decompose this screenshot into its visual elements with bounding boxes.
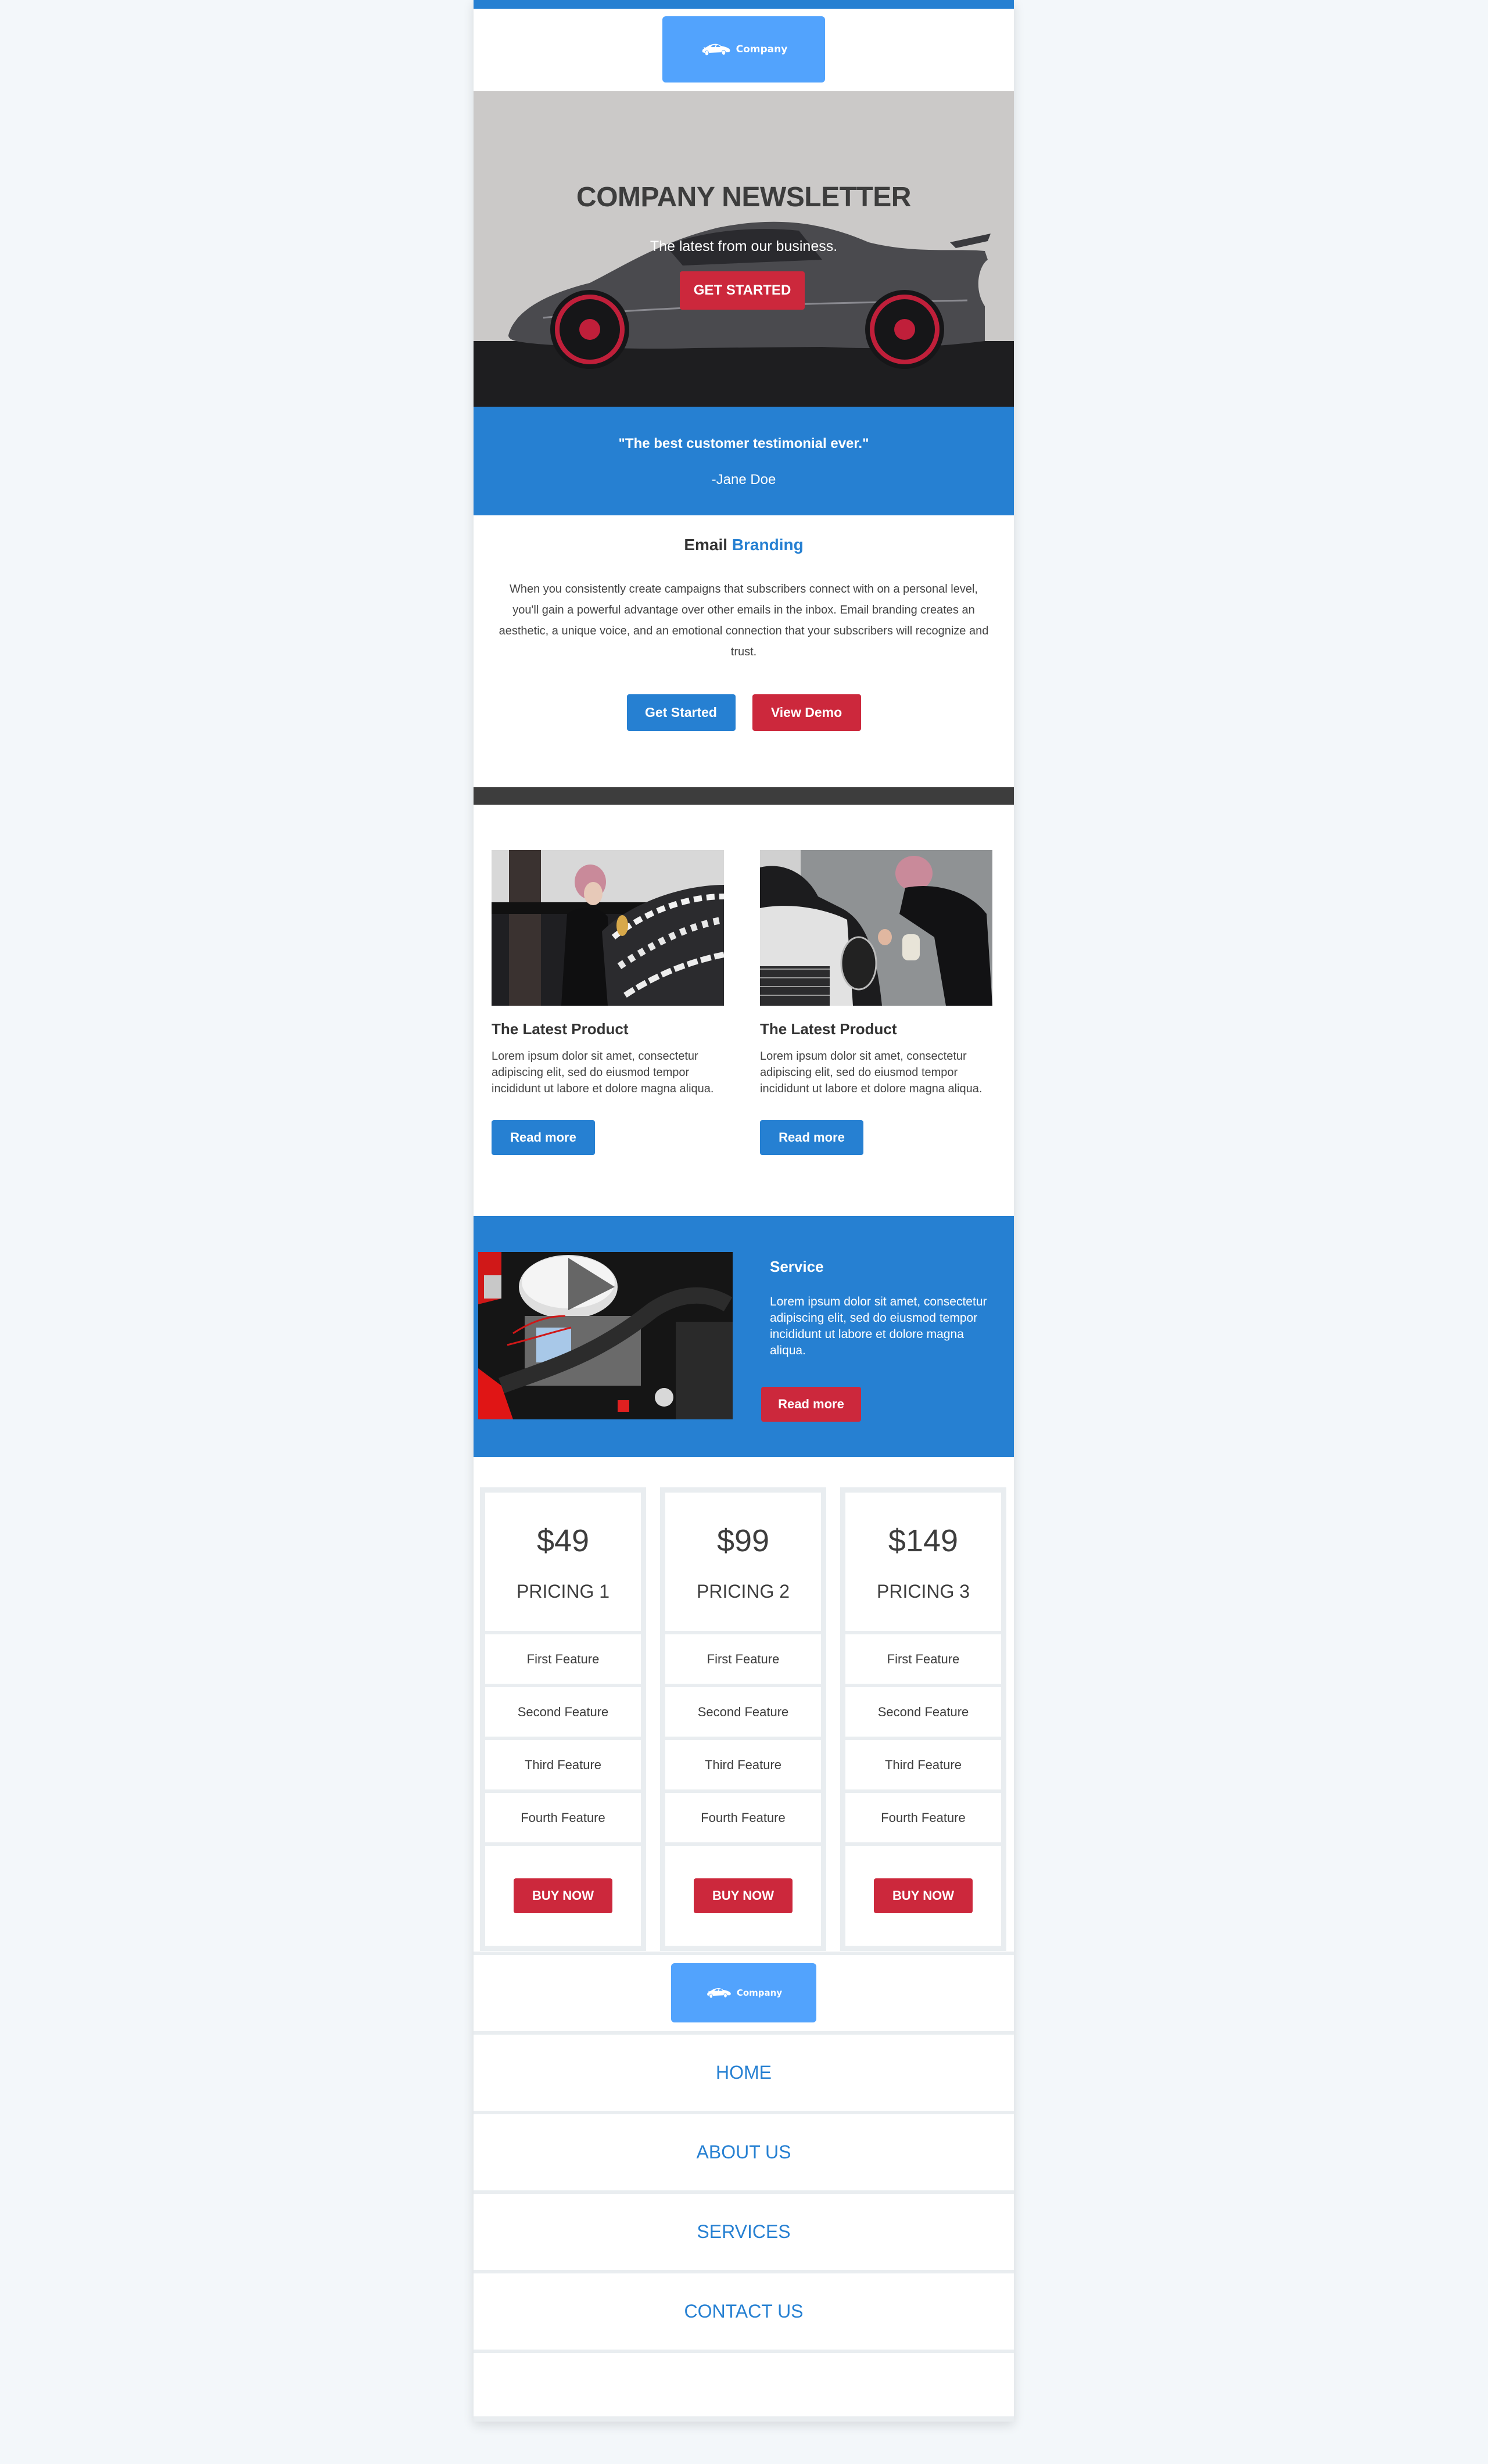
pricing-price: $99 <box>716 1523 770 1558</box>
product-card: The Latest Product Lorem ipsum dolor sit… <box>492 850 724 1216</box>
pricing-feature: First Feature <box>665 1634 821 1684</box>
car-wash-photo <box>492 850 724 1006</box>
hero-banner: COMPANY NEWSLETTER The latest from our b… <box>474 91 1014 407</box>
pricing-buy-cell: BUY NOW <box>845 1846 1001 1946</box>
get-started-hero-button[interactable]: GET STARTED <box>680 271 805 310</box>
service-image <box>478 1252 733 1419</box>
pricing-buy-cell: BUY NOW <box>485 1846 641 1946</box>
pricing-header: $99 PRICING 2 <box>665 1493 821 1631</box>
buy-now-button[interactable]: BUY NOW <box>514 1878 612 1913</box>
car-silhouette-icon <box>707 1988 731 1998</box>
pricing-buy-cell: BUY NOW <box>665 1846 821 1946</box>
pricing-feature: Second Feature <box>845 1687 1001 1737</box>
branding-title-accent: Branding <box>732 536 804 554</box>
pricing-feature: First Feature <box>845 1634 1001 1684</box>
email-branding-section: Email Branding When you consistently cre… <box>474 515 1014 787</box>
view-demo-button[interactable]: View Demo <box>752 694 861 731</box>
footer-nav: HOME ABOUT US SERVICES CONTACT US <box>474 2035 1014 2353</box>
pricing-name: PRICING 3 <box>876 1581 970 1602</box>
pricing-price: $49 <box>536 1523 590 1558</box>
pricing-header: $149 PRICING 3 <box>845 1493 1001 1631</box>
pricing-name: PRICING 1 <box>516 1581 610 1602</box>
footer-spacer <box>474 2353 1014 2422</box>
pricing-feature: Fourth Feature <box>845 1793 1001 1842</box>
section-divider <box>474 787 1014 805</box>
pricing-feature: Fourth Feature <box>485 1793 641 1842</box>
pricing-feature: Third Feature <box>485 1740 641 1789</box>
nav-home-link[interactable]: HOME <box>474 2035 1014 2114</box>
product-title: The Latest Product <box>760 1020 897 1038</box>
service-section: Service Lorem ipsum dolor sit amet, cons… <box>474 1216 1014 1457</box>
footer-company-logo[interactable]: Company <box>671 1963 816 2022</box>
pricing-card: $49 PRICING 1 First Feature Second Featu… <box>480 1487 646 1951</box>
product-image <box>492 850 724 1006</box>
car-silhouette-icon <box>702 44 730 56</box>
testimonial-author: -Jane Doe <box>711 472 776 487</box>
nav-services-link[interactable]: SERVICES <box>474 2194 1014 2273</box>
footer-logo-area: Company <box>474 1955 1014 2035</box>
buy-now-button[interactable]: BUY NOW <box>694 1878 793 1913</box>
product-description: Lorem ipsum dolor sit amet, consectetur … <box>492 1050 714 1095</box>
branding-actions: Get Started View Demo <box>474 694 1014 731</box>
hero-subtitle: The latest from our business. <box>650 238 838 254</box>
top-accent-bar <box>474 0 1014 9</box>
product-title: The Latest Product <box>492 1020 629 1038</box>
buy-now-button[interactable]: BUY NOW <box>874 1878 973 1913</box>
hero-title: COMPANY NEWSLETTER <box>576 182 911 213</box>
service-description: Lorem ipsum dolor sit amet, consectetur … <box>770 1295 987 1357</box>
testimonial-quote: "The best customer testimonial ever." <box>618 436 869 451</box>
car-wash-photo <box>760 850 992 1006</box>
pricing-section: $49 PRICING 1 First Feature Second Featu… <box>474 1457 1014 1955</box>
pricing-card: $99 PRICING 2 First Feature Second Featu… <box>660 1487 826 1951</box>
pricing-feature: Second Feature <box>665 1687 821 1737</box>
footer-logo-text: Company <box>736 1987 783 1998</box>
pricing-price: $149 <box>888 1523 959 1558</box>
pricing-feature: Second Feature <box>485 1687 641 1737</box>
company-logo[interactable]: Company <box>662 16 825 83</box>
read-more-button[interactable]: Read more <box>492 1120 595 1155</box>
product-image <box>760 850 992 1006</box>
pricing-feature: Third Feature <box>665 1740 821 1789</box>
pricing-card: $149 PRICING 3 First Feature Second Feat… <box>840 1487 1006 1951</box>
branding-title-prefix: Email <box>684 536 728 554</box>
branding-body: When you consistently create campaigns t… <box>499 583 989 658</box>
pricing-feature: Fourth Feature <box>665 1793 821 1842</box>
logo-text: Company <box>736 44 788 55</box>
service-read-more-button[interactable]: Read more <box>761 1387 861 1422</box>
service-title: Service <box>770 1258 824 1275</box>
pricing-feature: First Feature <box>485 1634 641 1684</box>
email-container: Company COMPANY NEWSLETTER The latest fr… <box>474 0 1014 2422</box>
pricing-header: $49 PRICING 1 <box>485 1493 641 1631</box>
products-section: The Latest Product Lorem ipsum dolor sit… <box>474 805 1014 1216</box>
read-more-button[interactable]: Read more <box>760 1120 863 1155</box>
engine-photo <box>478 1252 733 1419</box>
nav-contact-us-link[interactable]: CONTACT US <box>474 2273 1014 2353</box>
header: Company <box>474 9 1014 91</box>
nav-about-us-link[interactable]: ABOUT US <box>474 2114 1014 2194</box>
product-card: The Latest Product Lorem ipsum dolor sit… <box>760 850 992 1216</box>
testimonial-section: "The best customer testimonial ever." -J… <box>474 407 1014 515</box>
pricing-name: PRICING 2 <box>696 1581 790 1602</box>
get-started-button[interactable]: Get Started <box>626 694 736 731</box>
branding-title: Email Branding <box>474 515 1014 554</box>
product-description: Lorem ipsum dolor sit amet, consectetur … <box>760 1050 983 1095</box>
pricing-feature: Third Feature <box>845 1740 1001 1789</box>
